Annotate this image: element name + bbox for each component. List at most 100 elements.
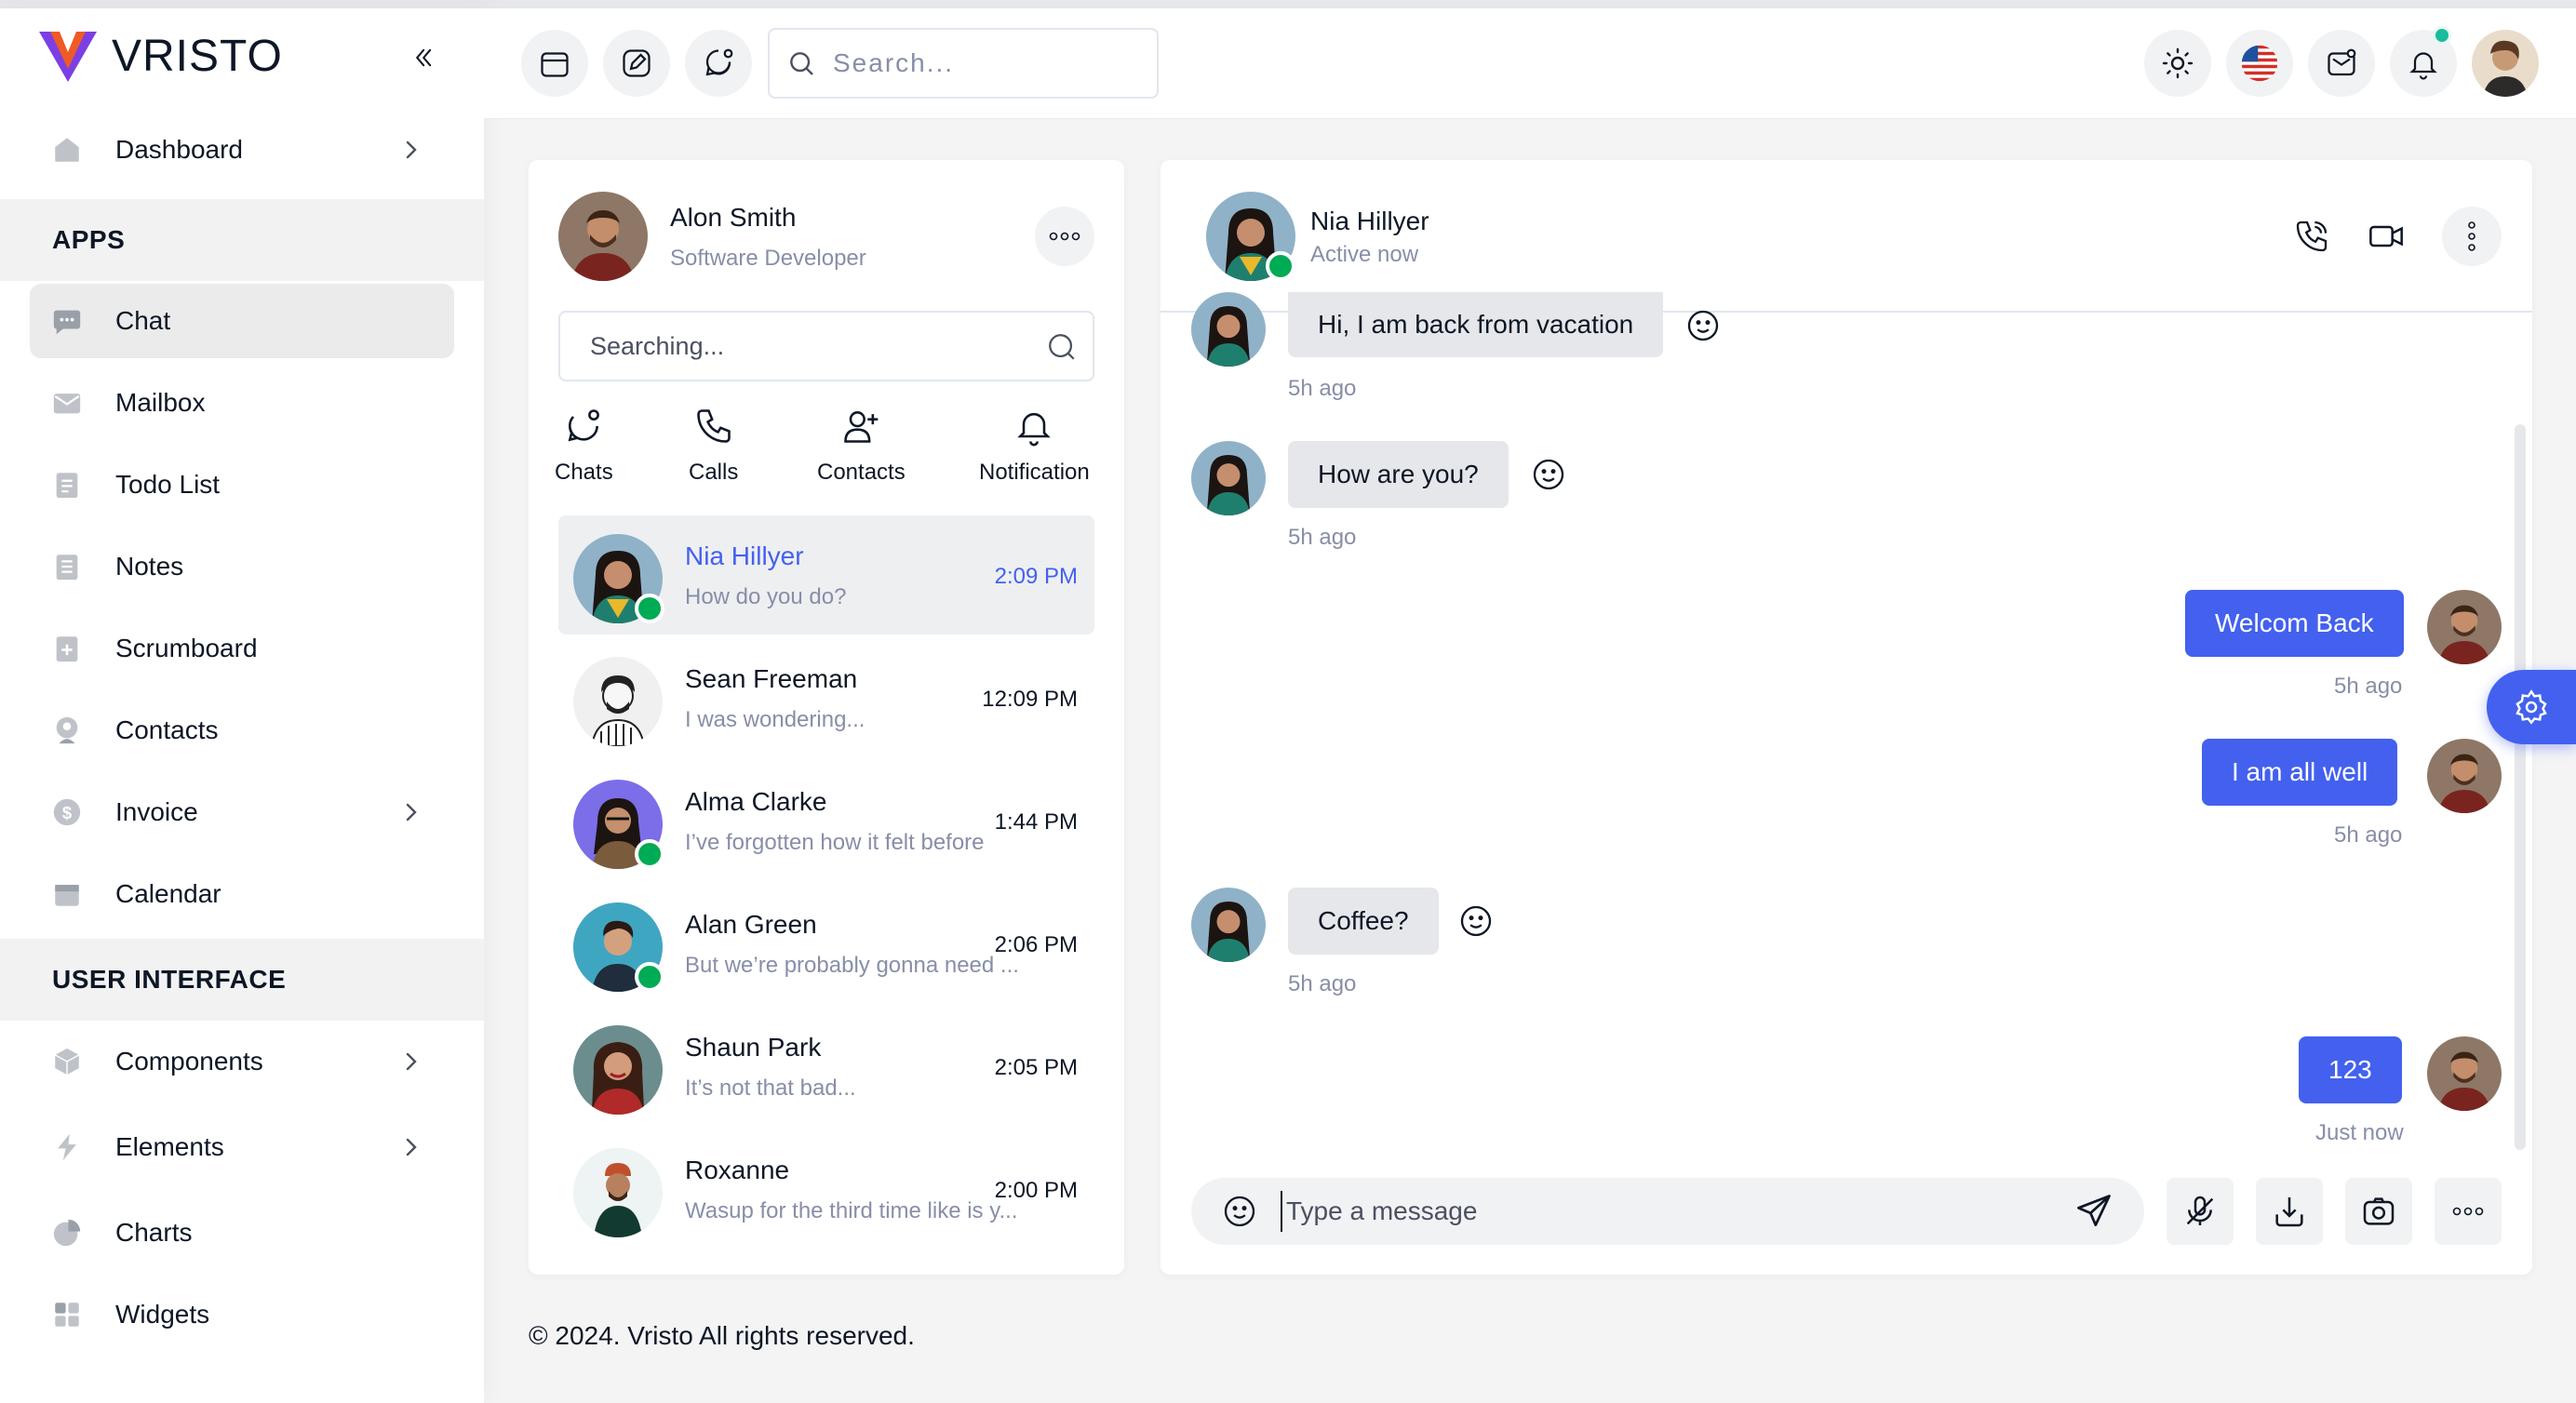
tab-label: Chats [555, 460, 613, 485]
contact-item[interactable]: Nia Hillyer How do you do? 2:09 PM [558, 515, 1094, 635]
sidebar-item-label: Chat [115, 306, 171, 335]
mail-icon [2328, 48, 2356, 76]
contact-preview: How do you do? [685, 584, 847, 609]
tab-chats[interactable]: Chats [555, 406, 613, 486]
edit-icon [623, 49, 651, 77]
sidebar-item-mailbox[interactable]: Mailbox [30, 366, 454, 440]
voice-call-button[interactable] [2289, 214, 2334, 259]
peer-message-avatar [1191, 292, 1266, 367]
send-icon[interactable] [2073, 1191, 2114, 1232]
chat-search[interactable] [558, 311, 1094, 381]
sidebar-item-label: Invoice [115, 797, 198, 826]
camera-button[interactable] [2345, 1178, 2412, 1245]
contact-item[interactable]: Roxanne Wasup for the third time like is… [558, 1129, 1094, 1249]
sidebar-item-charts[interactable]: Charts [30, 1196, 454, 1270]
my-role: Software Developer [670, 246, 866, 271]
chat-search-input[interactable] [590, 331, 1037, 361]
theme-toggle-button[interactable] [2144, 30, 2211, 97]
sidebar-item-calendar[interactable]: Calendar [30, 857, 454, 931]
contact-item[interactable]: Alan Green But we’re probably gonna need… [558, 884, 1094, 1003]
invoice-icon: $ [50, 795, 84, 829]
chevron-right-icon [406, 803, 417, 822]
messages-button[interactable] [685, 30, 752, 97]
emoji-react-icon[interactable] [1684, 307, 1722, 344]
tab-label: Calls [689, 460, 739, 485]
mute-mic-button[interactable] [2167, 1178, 2234, 1245]
sidebar-item-label: Components [115, 1047, 263, 1076]
my-name: Alon Smith [670, 203, 797, 232]
tab-label: Contacts [817, 460, 906, 485]
theme-settings-button[interactable] [2487, 670, 2576, 744]
message-input[interactable] [1281, 1191, 2025, 1232]
sidebar-item-scrumboard[interactable]: Scrumboard [30, 611, 454, 686]
tab-contacts[interactable]: Contacts [817, 406, 906, 486]
message-bubble: Coffee? [1288, 888, 1439, 955]
peer-status: Active now [1310, 242, 1419, 267]
microphone-off-icon [2186, 1196, 2214, 1225]
emoji-icon[interactable] [1221, 1193, 1258, 1230]
message-bubble: Hi, I am back from vacation [1288, 292, 1664, 357]
profile-more-button[interactable] [1035, 207, 1094, 266]
message-time: 5h ago [1288, 376, 1357, 401]
sidebar-item-notes[interactable]: Notes [30, 529, 454, 604]
calendar-button[interactable] [521, 30, 588, 97]
more-horizontal-icon [2452, 1207, 2484, 1216]
online-indicator [635, 594, 664, 623]
collapse-sidebar-button[interactable] [404, 39, 441, 76]
tab-notification[interactable]: Notification [979, 406, 1090, 486]
global-search[interactable] [768, 28, 1159, 99]
mail-button[interactable] [2308, 30, 2375, 97]
contacts-icon [50, 714, 84, 747]
contact-item[interactable]: Shaun Park It’s not that bad... 2:05 PM [558, 1007, 1094, 1126]
sidebar-item-chat[interactable]: Chat [30, 284, 454, 358]
contact-preview: But we’re probably gonna need ... [685, 953, 1019, 978]
sidebar-item-contacts[interactable]: Contacts [30, 693, 454, 768]
section-header-apps: APPS [0, 199, 484, 281]
message-time: 5h ago [2334, 822, 2403, 848]
contact-name: Shaun Park [685, 1033, 822, 1062]
search-input[interactable] [833, 48, 1131, 78]
contact-time: 12:09 PM [982, 687, 1078, 712]
messages-scrollbar[interactable] [2515, 424, 2526, 1150]
more-horizontal-icon [1049, 232, 1080, 241]
contact-avatar [573, 1148, 663, 1237]
emoji-react-icon[interactable] [1530, 456, 1567, 493]
my-message-avatar [2427, 1036, 2502, 1111]
contact-item[interactable]: Sean Freeman I was wondering... 12:09 PM [558, 638, 1094, 757]
sidebar-item-label: Notes [115, 552, 184, 581]
peer-message-avatar [1191, 888, 1266, 962]
user-avatar[interactable] [2472, 30, 2539, 97]
pie-chart-icon [50, 1216, 84, 1249]
video-call-button[interactable] [2364, 214, 2408, 259]
contact-item[interactable]: Alma Clarke I’ve forgotten how it felt b… [558, 761, 1094, 880]
sidebar-item-elements[interactable]: Elements [30, 1110, 454, 1184]
language-button[interactable] [2226, 30, 2293, 97]
chevron-right-icon [406, 1052, 417, 1071]
vristo-logo-icon [39, 32, 97, 82]
tab-calls[interactable]: Calls [689, 406, 738, 486]
chevron-right-icon [406, 140, 417, 159]
sidebar-item-invoice[interactable]: $ Invoice [30, 775, 454, 849]
brand-logo[interactable]: VRISTO [37, 28, 283, 84]
sidebar-item-widgets[interactable]: Widgets [30, 1277, 454, 1352]
download-button[interactable] [2256, 1178, 2323, 1245]
sidebar-item-components[interactable]: Components [30, 1024, 454, 1099]
widgets-icon [50, 1298, 84, 1331]
contact-avatar [573, 657, 663, 746]
video-icon [2369, 225, 2403, 247]
edit-button[interactable] [603, 30, 670, 97]
sidebar-item-label: Elements [115, 1132, 224, 1161]
calendar-icon [50, 877, 84, 911]
emoji-react-icon[interactable] [1457, 902, 1495, 940]
mail-icon [50, 386, 84, 420]
conversation-more-button[interactable] [2442, 207, 2502, 266]
my-message-avatar [2427, 590, 2502, 664]
composer-more-button[interactable] [2435, 1178, 2502, 1245]
contact-avatar [573, 1025, 663, 1115]
search-icon [1049, 334, 1075, 360]
section-header-user-interface: USER INTERFACE [0, 939, 484, 1021]
contact-name: Alan Green [685, 910, 817, 939]
sidebar-item-todo-list[interactable]: Todo List [30, 448, 454, 522]
sidebar-item-dashboard[interactable]: Dashboard [30, 113, 454, 187]
phone-icon [696, 409, 731, 443]
